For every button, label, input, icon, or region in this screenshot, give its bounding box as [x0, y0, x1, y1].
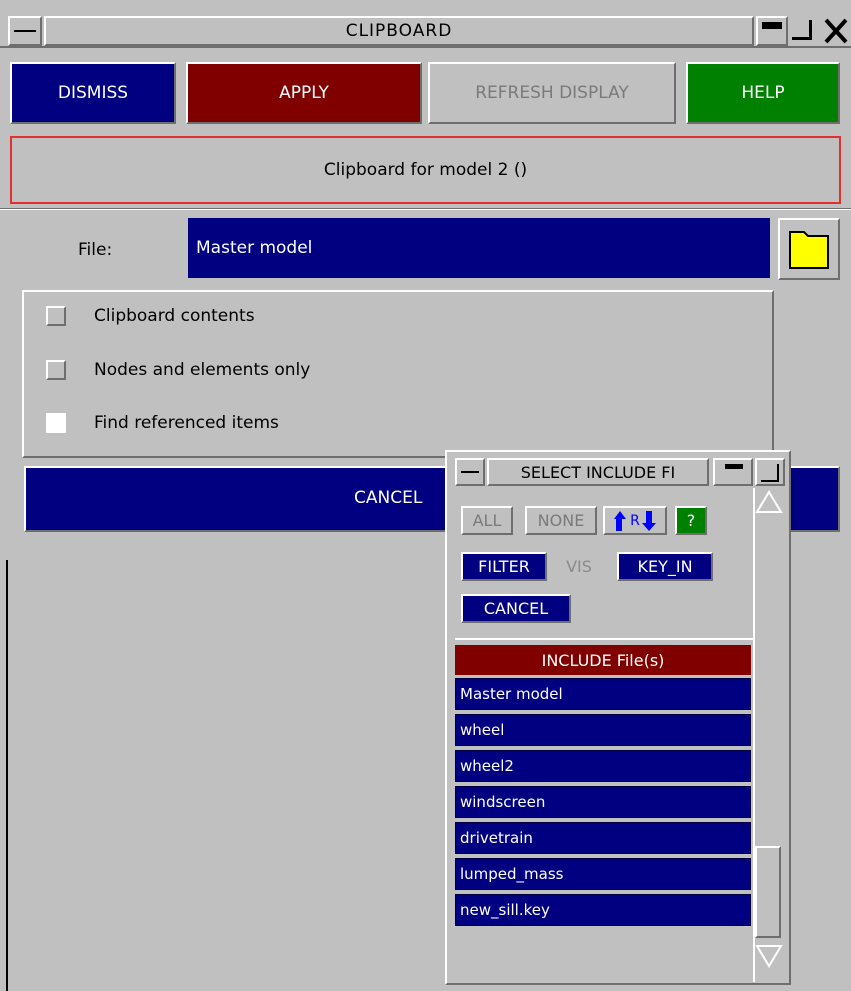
- maximize-button[interactable]: [790, 16, 818, 46]
- cancel-label: CANCEL: [354, 488, 423, 508]
- popup-maximize-button[interactable]: [755, 458, 785, 486]
- popup-cancel-label: CANCEL: [483, 599, 549, 618]
- minimize-button[interactable]: [756, 16, 788, 46]
- scroll-down-icon[interactable]: [755, 944, 783, 968]
- nodes-elements-only-label: Nodes and elements only: [94, 360, 311, 380]
- separator: [0, 208, 851, 210]
- minimize-icon: [762, 22, 782, 29]
- include-file-item[interactable]: new_sill.key: [455, 894, 751, 926]
- scroll-thumb[interactable]: [755, 846, 781, 938]
- include-file-item-label: windscreen: [460, 793, 546, 811]
- popup-scrollbar[interactable]: [753, 488, 783, 982]
- apply-button[interactable]: APPLY: [186, 62, 422, 124]
- reverse-selection-label: R: [630, 512, 640, 529]
- popup-help-label: ?: [686, 511, 696, 530]
- file-field-value: Master model: [196, 238, 313, 258]
- select-all-button[interactable]: ALL: [461, 506, 513, 535]
- popup-title: SELECT INCLUDE FI: [520, 462, 676, 482]
- maximize-icon: [792, 20, 812, 40]
- vis-button[interactable]: VIS: [553, 552, 605, 581]
- window-menu-icon: [14, 30, 36, 32]
- reverse-arrow-up-icon: [614, 510, 627, 531]
- dismiss-label: DISMISS: [57, 83, 129, 103]
- popup-menu-button[interactable]: [455, 458, 485, 486]
- refresh-display-label: REFRESH DISPLAY: [475, 83, 629, 103]
- help-button[interactable]: HELP: [686, 62, 840, 124]
- nodes-elements-only-checkbox[interactable]: [46, 360, 66, 380]
- popup-menu-icon: [461, 471, 479, 473]
- window-menu-button[interactable]: [8, 16, 42, 46]
- key-in-button[interactable]: KEY_IN: [617, 552, 713, 581]
- find-referenced-items-label: Find referenced items: [94, 413, 279, 433]
- model-banner: Clipboard for model 2 (): [10, 136, 841, 204]
- reverse-selection-button[interactable]: R: [603, 506, 667, 535]
- filter-label: FILTER: [478, 557, 530, 576]
- filter-button[interactable]: FILTER: [461, 552, 547, 581]
- include-file-item-label: lumped_mass: [460, 865, 564, 883]
- title-bar: CLIPBOARD: [0, 6, 851, 48]
- title-area: CLIPBOARD: [44, 16, 754, 46]
- include-files-header: INCLUDE File(s): [455, 645, 751, 675]
- include-file-item[interactable]: wheel2: [455, 750, 751, 782]
- include-file-item-label: wheel2: [460, 757, 514, 775]
- refresh-display-button[interactable]: REFRESH DISPLAY: [428, 62, 676, 124]
- file-field[interactable]: Master model: [188, 218, 770, 278]
- popup-help-button[interactable]: ?: [675, 506, 707, 535]
- popup-minimize-button[interactable]: [713, 458, 753, 486]
- popup-list-separator: [455, 638, 753, 640]
- window-title: CLIPBOARD: [345, 21, 453, 41]
- popup-maximize-icon: [761, 464, 779, 482]
- file-label: File:: [78, 240, 113, 260]
- help-label: HELP: [741, 83, 785, 103]
- vis-label: VIS: [566, 557, 592, 576]
- select-none-label: NONE: [537, 511, 585, 530]
- include-file-item[interactable]: Master model: [455, 678, 751, 710]
- popup-minimize-icon: [725, 464, 743, 469]
- include-files-header-label: INCLUDE File(s): [541, 650, 665, 670]
- include-file-item-label: Master model: [460, 685, 563, 703]
- scroll-up-icon[interactable]: [755, 490, 783, 514]
- folder-icon: [789, 231, 829, 269]
- select-all-label: ALL: [472, 511, 502, 530]
- browse-folder-button[interactable]: [778, 218, 840, 280]
- include-file-item[interactable]: drivetrain: [455, 822, 751, 854]
- dismiss-button[interactable]: DISMISS: [10, 62, 176, 124]
- clipboard-contents-checkbox[interactable]: [46, 306, 66, 326]
- close-button[interactable]: [820, 16, 851, 46]
- include-file-item[interactable]: windscreen: [455, 786, 751, 818]
- include-file-item-label: wheel: [460, 721, 505, 739]
- include-file-item[interactable]: wheel: [455, 714, 751, 746]
- include-file-item-label: drivetrain: [460, 829, 533, 847]
- find-referenced-items-checkbox[interactable]: [46, 413, 66, 433]
- apply-label: APPLY: [279, 83, 329, 103]
- popup-cancel-button[interactable]: CANCEL: [461, 594, 571, 623]
- select-none-button[interactable]: NONE: [525, 506, 597, 535]
- reverse-arrow-down-icon: [641, 510, 656, 531]
- left-edge-line: [6, 560, 8, 991]
- popup-title-area: SELECT INCLUDE FI: [487, 458, 709, 486]
- include-file-item[interactable]: lumped_mass: [455, 858, 751, 890]
- include-file-item-label: new_sill.key: [460, 901, 550, 919]
- clipboard-contents-label: Clipboard contents: [94, 306, 255, 326]
- key-in-label: KEY_IN: [637, 557, 693, 576]
- close-icon: [824, 18, 848, 44]
- model-banner-text: Clipboard for model 2 (): [323, 160, 528, 180]
